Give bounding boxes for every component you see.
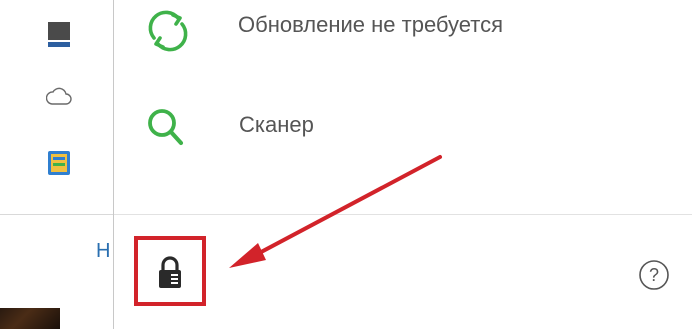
help-glyph: ? [649, 265, 659, 285]
app-icon[interactable] [46, 149, 72, 182]
update-status-label[interactable]: Обновление не требуется [238, 12, 503, 38]
cloud-icon[interactable] [45, 86, 72, 113]
lock-icon[interactable] [156, 255, 184, 296]
footer-separator [114, 214, 692, 215]
screenshot-frame: Н Обновление не требуется Сканер ? [0, 0, 692, 329]
search-icon[interactable] [143, 104, 189, 155]
desktop-strip: Н [0, 0, 113, 329]
wallpaper-fragment [0, 308, 60, 329]
scanner-label[interactable]: Сканер [239, 112, 314, 138]
antivirus-panel: Обновление не требуется Сканер ? [113, 0, 692, 329]
refresh-icon[interactable] [145, 8, 191, 59]
help-icon[interactable]: ? [638, 259, 670, 296]
strip-divider [0, 214, 113, 215]
monitor-icon[interactable] [46, 20, 72, 55]
lock-highlight-box[interactable] [134, 236, 206, 306]
partial-label: Н [96, 240, 111, 262]
